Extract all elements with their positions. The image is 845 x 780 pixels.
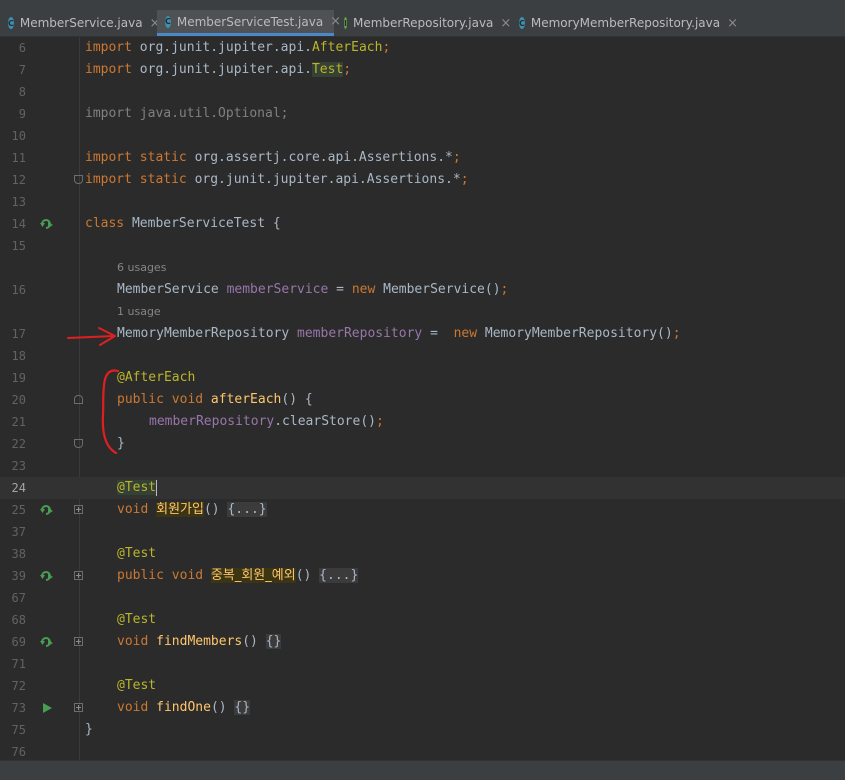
status-strip [0, 760, 845, 780]
red-arrow-annotation [67, 327, 116, 346]
red-bracket-annotation [101, 369, 120, 455]
handwritten-annotations [67, 327, 120, 455]
